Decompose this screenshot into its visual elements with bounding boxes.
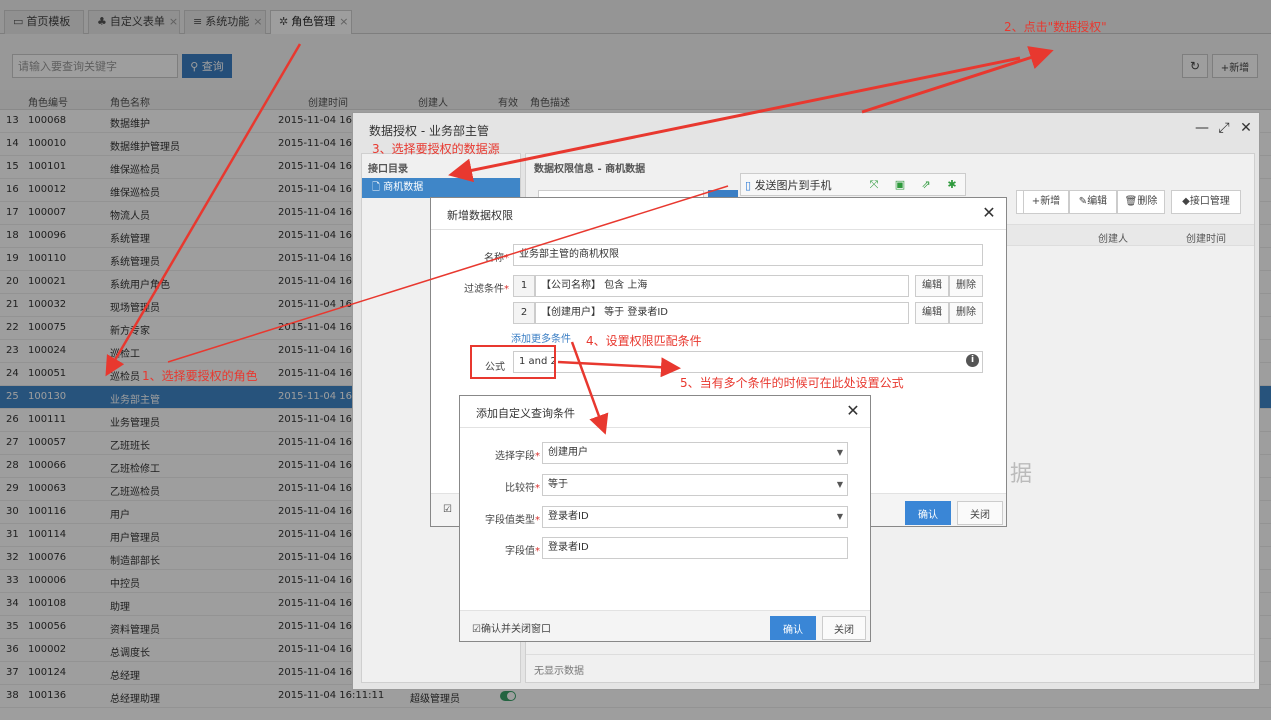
annotation-arrow-step3 bbox=[448, 56, 1021, 183]
annotation-arrow-step1 bbox=[105, 43, 302, 377]
annotation-arrow-step4 bbox=[570, 341, 609, 435]
annotation-step4: 4、设置权限匹配条件 bbox=[586, 334, 702, 348]
annotation-step5: 5、当有多个条件的时候可在此处设置公式 bbox=[680, 376, 904, 390]
annotation-arrow-step5 bbox=[557, 357, 681, 378]
annotation-step1: 1、选择要授权的角色 bbox=[142, 369, 258, 383]
annotation-step2: 2、点击"数据授权" bbox=[1004, 20, 1107, 34]
annotation-arrows bbox=[105, 43, 1054, 435]
annotation-arrow-step2 bbox=[861, 46, 1054, 114]
annotation-step3: 3、选择要授权的数据源 bbox=[372, 142, 500, 156]
formula-highlight-box bbox=[470, 345, 556, 379]
